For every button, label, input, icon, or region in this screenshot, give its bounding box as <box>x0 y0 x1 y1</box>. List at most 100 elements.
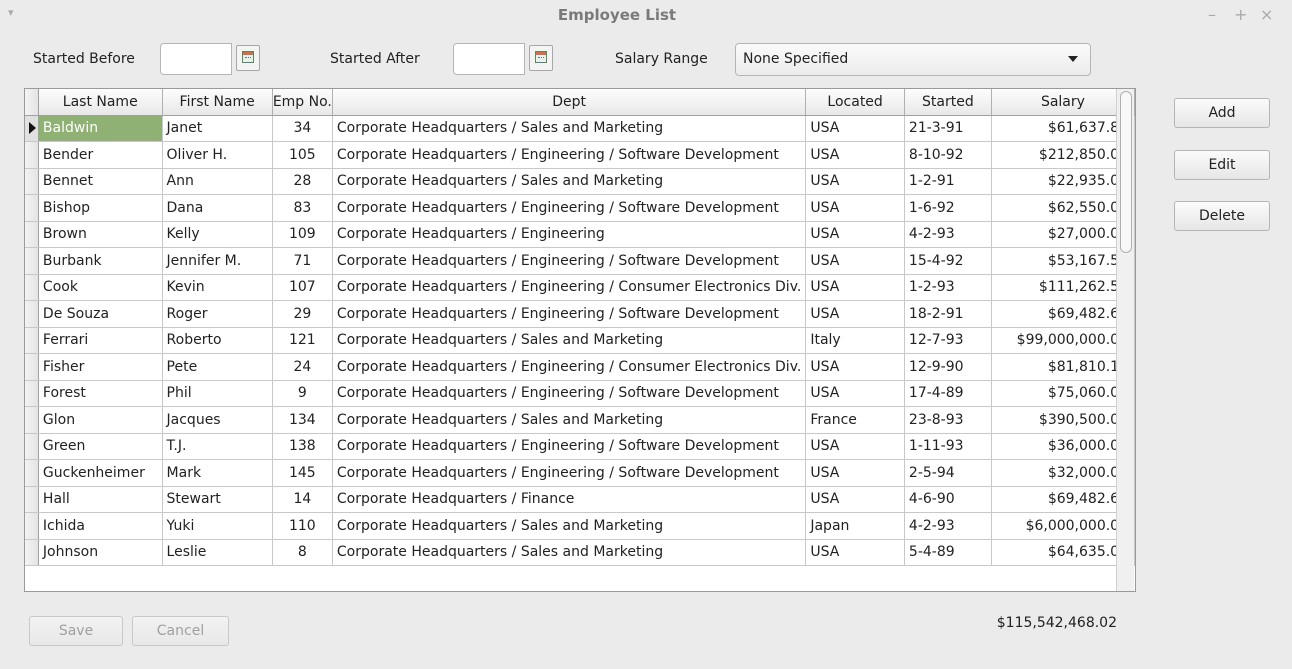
located-cell[interactable]: USA <box>805 168 905 195</box>
first-name-cell[interactable]: Jacques <box>162 406 273 434</box>
last-name-cell[interactable]: Hall <box>38 486 163 513</box>
salary-cell[interactable]: $69,482.63 <box>991 300 1135 328</box>
table-row[interactable]: Forest Phil 9 Corporate Headquarters / Engi… <box>25 380 1135 407</box>
column-header-last-name[interactable]: Last Name <box>38 89 163 116</box>
table-row[interactable]: Ferrari Roberto 121 Corporate Headquarters … <box>25 327 1135 354</box>
started-cell[interactable]: 5-4-89 <box>904 539 992 566</box>
row-indicator[interactable] <box>25 327 39 354</box>
dept-cell[interactable]: Corporate Headquarters / Engineering / S… <box>332 459 807 487</box>
last-name-cell[interactable]: Bishop <box>38 194 163 222</box>
located-cell[interactable]: USA <box>805 300 905 328</box>
started-cell[interactable]: 1-2-93 <box>904 274 992 301</box>
row-indicator[interactable] <box>25 141 39 169</box>
salary-range-select[interactable]: None Specified <box>735 43 1091 76</box>
emp-no-cell[interactable]: 9 <box>272 380 333 407</box>
last-name-cell[interactable]: Johnson <box>38 539 163 566</box>
emp-no-cell[interactable]: 107 <box>272 274 333 301</box>
vertical-scrollbar[interactable] <box>1116 89 1134 591</box>
started-cell[interactable]: 4-2-93 <box>904 221 992 248</box>
salary-cell[interactable]: $212,850.00 <box>991 141 1135 169</box>
row-indicator[interactable] <box>25 406 39 434</box>
first-name-cell[interactable]: Janet <box>162 115 273 142</box>
salary-cell[interactable]: $62,550.00 <box>991 194 1135 222</box>
row-indicator[interactable] <box>25 539 39 566</box>
row-indicator[interactable] <box>25 168 39 195</box>
row-indicator[interactable] <box>25 512 39 540</box>
located-cell[interactable]: USA <box>805 459 905 487</box>
started-cell[interactable]: 12-9-90 <box>904 353 992 381</box>
dept-cell[interactable]: Corporate Headquarters / Engineering / S… <box>332 300 807 328</box>
dept-cell[interactable]: Corporate Headquarters / Engineering / C… <box>332 274 807 301</box>
emp-no-cell[interactable]: 8 <box>272 539 333 566</box>
row-indicator[interactable] <box>25 221 39 248</box>
table-row[interactable]: Bender Oliver H. 105 Corporate Headquarters… <box>25 141 1135 169</box>
emp-no-cell[interactable]: 109 <box>272 221 333 248</box>
emp-no-cell[interactable]: 134 <box>272 406 333 434</box>
first-name-cell[interactable]: T.J. <box>162 433 273 460</box>
dept-cell[interactable]: Corporate Headquarters / Engineering / S… <box>332 194 807 222</box>
dept-cell[interactable]: Corporate Headquarters / Engineering / C… <box>332 353 807 381</box>
started-after-calendar-button[interactable] <box>529 45 553 71</box>
table-row[interactable]: Glon Jacques 134 Corporate Headquarters / S… <box>25 406 1135 434</box>
first-name-cell[interactable]: Yuki <box>162 512 273 540</box>
emp-no-cell[interactable]: 71 <box>272 247 333 275</box>
column-header-salary[interactable]: Salary <box>991 89 1135 116</box>
column-header-located[interactable]: Located <box>805 89 905 116</box>
started-cell[interactable]: 4-6-90 <box>904 486 992 513</box>
salary-cell[interactable]: $69,482.63 <box>991 486 1135 513</box>
table-row[interactable]: Johnson Leslie 8 Corporate Headquarters / S… <box>25 539 1135 566</box>
maximize-icon[interactable]: + <box>1234 5 1247 24</box>
located-cell[interactable]: USA <box>805 141 905 169</box>
dept-cell[interactable]: Corporate Headquarters / Sales and Marke… <box>332 115 807 142</box>
salary-cell[interactable]: $32,000.00 <box>991 459 1135 487</box>
first-name-cell[interactable]: Mark <box>162 459 273 487</box>
row-indicator[interactable] <box>25 353 39 381</box>
salary-cell[interactable]: $61,637.81 <box>991 115 1135 142</box>
table-row[interactable]: Baldwin Janet 34 Corporate Headquarters / S… <box>25 115 1135 142</box>
dept-cell[interactable]: Corporate Headquarters / Sales and Marke… <box>332 168 807 195</box>
emp-no-cell[interactable]: 24 <box>272 353 333 381</box>
salary-cell[interactable]: $390,500.00 <box>991 406 1135 434</box>
last-name-cell[interactable]: Guckenheimer <box>38 459 163 487</box>
table-row[interactable]: Brown Kelly 109 Corporate Headquarters / En… <box>25 221 1135 248</box>
first-name-cell[interactable]: Stewart <box>162 486 273 513</box>
last-name-cell[interactable]: Baldwin <box>38 115 163 142</box>
table-row[interactable]: Cook Kevin 107 Corporate Headquarters / Eng… <box>25 274 1135 301</box>
table-row[interactable]: De Souza Roger 29 Corporate Headquarters / … <box>25 300 1135 328</box>
emp-no-cell[interactable]: 145 <box>272 459 333 487</box>
last-name-cell[interactable]: Forest <box>38 380 163 407</box>
column-header-first-name[interactable]: First Name <box>162 89 273 116</box>
started-cell[interactable]: 23-8-93 <box>904 406 992 434</box>
column-header-dept[interactable]: Dept <box>332 89 807 116</box>
dept-cell[interactable]: Corporate Headquarters / Engineering / S… <box>332 380 807 407</box>
dept-cell[interactable]: Corporate Headquarters / Sales and Marke… <box>332 327 807 354</box>
dept-cell[interactable]: Corporate Headquarters / Engineering / S… <box>332 141 807 169</box>
started-cell[interactable]: 1-6-92 <box>904 194 992 222</box>
started-cell[interactable]: 8-10-92 <box>904 141 992 169</box>
last-name-cell[interactable]: Cook <box>38 274 163 301</box>
emp-no-cell[interactable]: 105 <box>272 141 333 169</box>
dept-cell[interactable]: Corporate Headquarters / Engineering / S… <box>332 247 807 275</box>
emp-no-cell[interactable]: 138 <box>272 433 333 460</box>
located-cell[interactable]: USA <box>805 539 905 566</box>
row-indicator[interactable] <box>25 194 39 222</box>
row-indicator[interactable] <box>25 274 39 301</box>
salary-cell[interactable]: $27,000.00 <box>991 221 1135 248</box>
first-name-cell[interactable]: Oliver H. <box>162 141 273 169</box>
started-cell[interactable]: 17-4-89 <box>904 380 992 407</box>
emp-no-cell[interactable]: 83 <box>272 194 333 222</box>
located-cell[interactable]: USA <box>805 433 905 460</box>
salary-cell[interactable]: $6,000,000.00 <box>991 512 1135 540</box>
first-name-cell[interactable]: Kevin <box>162 274 273 301</box>
row-indicator[interactable] <box>25 459 39 487</box>
last-name-cell[interactable]: De Souza <box>38 300 163 328</box>
salary-cell[interactable]: $111,262.50 <box>991 274 1135 301</box>
started-cell[interactable]: 15-4-92 <box>904 247 992 275</box>
started-cell[interactable]: 18-2-91 <box>904 300 992 328</box>
emp-no-cell[interactable]: 34 <box>272 115 333 142</box>
first-name-cell[interactable]: Roberto <box>162 327 273 354</box>
employee-grid[interactable]: Last Name First Name Emp No. Dept Locate… <box>24 88 1136 592</box>
last-name-cell[interactable]: Fisher <box>38 353 163 381</box>
dept-cell[interactable]: Corporate Headquarters / Engineering <box>332 221 807 248</box>
table-row[interactable]: Bishop Dana 83 Corporate Headquarters / Eng… <box>25 194 1135 222</box>
